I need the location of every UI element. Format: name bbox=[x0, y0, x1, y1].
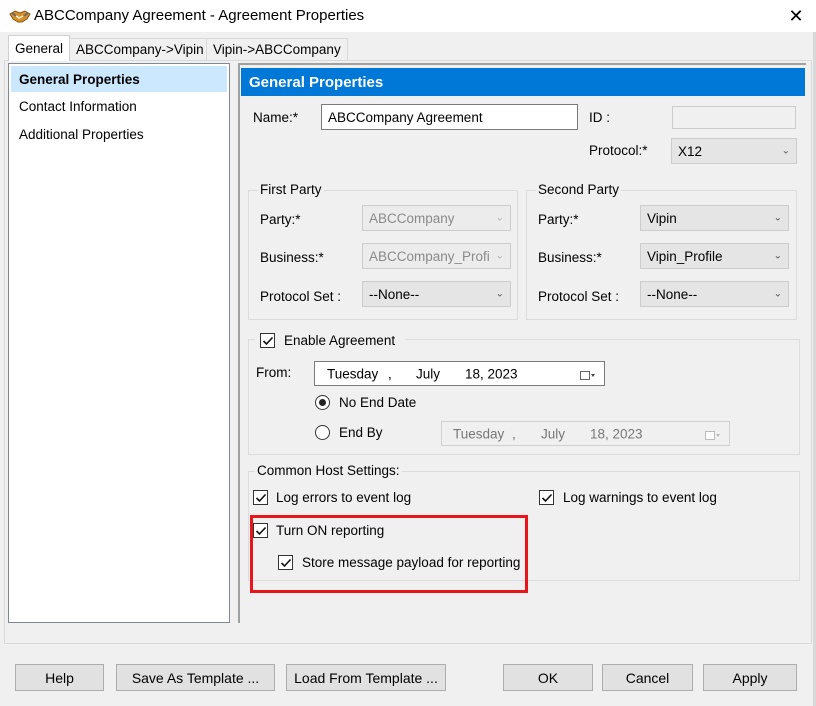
cancel-button[interactable]: Cancel bbox=[602, 664, 693, 691]
window-title: ABCCompany Agreement - Agreement Propert… bbox=[34, 7, 365, 24]
panel-header: General Properties bbox=[241, 68, 805, 96]
first-party-party-value: ABCCompany bbox=[369, 210, 455, 226]
help-button[interactable]: Help bbox=[15, 664, 104, 691]
second-party-protocol-set-label: Protocol Set : bbox=[538, 289, 620, 304]
from-weekday: Tuesday bbox=[327, 366, 379, 381]
chevron-down-icon: ⌄ bbox=[773, 250, 782, 262]
chevron-down-icon: ⌄ bbox=[773, 288, 782, 300]
first-party-title: First Party bbox=[258, 182, 324, 197]
first-party-business-value: ABCCompany_Profi bbox=[369, 248, 490, 264]
end-by-radio[interactable] bbox=[315, 425, 330, 440]
first-party-business-label: Business:* bbox=[260, 250, 324, 265]
id-label: ID : bbox=[589, 110, 611, 125]
second-party-business-select[interactable]: Vipin_Profile ⌄ bbox=[640, 243, 789, 269]
from-sep: , bbox=[388, 366, 392, 381]
chevron-down-icon: ⌄ bbox=[495, 212, 504, 224]
no-end-date-label: No End Date bbox=[339, 395, 417, 410]
nav-item-contact-information[interactable]: Contact Information bbox=[11, 93, 227, 119]
protocol-select[interactable]: X12 ⌄ bbox=[671, 138, 797, 164]
calendar-dropdown-icon[interactable] bbox=[580, 369, 596, 380]
no-end-date-radio[interactable] bbox=[315, 395, 330, 410]
end-by-date-picker: Tuesday , July 18, 2023 bbox=[441, 421, 730, 446]
second-party-protocol-set-select[interactable]: --None-- ⌄ bbox=[640, 281, 789, 307]
first-party-protocol-set-value: --None-- bbox=[369, 286, 420, 302]
tab-general[interactable]: General bbox=[8, 35, 71, 61]
end-by-sep: , bbox=[512, 426, 516, 441]
second-party-business-value: Vipin_Profile bbox=[647, 248, 723, 264]
host-settings-title: Common Host Settings: bbox=[255, 463, 402, 478]
second-party-party-value: Vipin bbox=[647, 210, 677, 226]
chevron-down-icon: ⌄ bbox=[781, 145, 790, 157]
ok-button[interactable]: OK bbox=[503, 664, 593, 691]
second-party-party-label: Party:* bbox=[538, 212, 579, 227]
log-warnings-label: Log warnings to event log bbox=[563, 490, 717, 505]
reporting-highlight-box bbox=[250, 515, 528, 593]
first-party-party-select: ABCCompany ⌄ bbox=[362, 205, 511, 231]
second-party-business-label: Business:* bbox=[538, 250, 602, 265]
name-field[interactable]: ABCCompany Agreement bbox=[321, 104, 578, 130]
save-as-template-button[interactable]: Save As Template ... bbox=[116, 664, 275, 691]
nav-item-additional-properties[interactable]: Additional Properties bbox=[11, 121, 227, 147]
chevron-down-icon: ⌄ bbox=[495, 250, 504, 262]
tab-abccompany-to-vipin[interactable]: ABCCompany->Vipin bbox=[69, 38, 211, 60]
second-party-party-select[interactable]: Vipin ⌄ bbox=[640, 205, 789, 231]
log-warnings-checkbox[interactable] bbox=[539, 490, 554, 505]
close-icon[interactable]: ✕ bbox=[776, 0, 816, 32]
handshake-icon bbox=[9, 7, 31, 25]
apply-button[interactable]: Apply bbox=[703, 664, 797, 691]
enable-agreement-checkbox[interactable] bbox=[260, 333, 275, 348]
name-label: Name:* bbox=[253, 110, 299, 125]
first-party-protocol-set-label: Protocol Set : bbox=[260, 289, 342, 304]
enable-agreement-label: Enable Agreement bbox=[284, 333, 396, 348]
protocol-label: Protocol:* bbox=[589, 143, 648, 158]
chevron-down-icon: ⌄ bbox=[495, 288, 504, 300]
from-day-year: 18, 2023 bbox=[465, 366, 518, 381]
nav-item-general-properties[interactable]: General Properties bbox=[11, 66, 227, 92]
chevron-down-icon: ⌄ bbox=[773, 212, 782, 224]
from-date-picker[interactable]: Tuesday , July 18, 2023 bbox=[314, 361, 605, 386]
end-by-month: July bbox=[541, 426, 566, 441]
end-by-weekday: Tuesday bbox=[453, 426, 505, 441]
first-party-business-select: ABCCompany_Profi ⌄ bbox=[362, 243, 511, 269]
second-party-protocol-set-value: --None-- bbox=[647, 286, 698, 302]
end-by-day-year: 18, 2023 bbox=[590, 426, 643, 441]
protocol-select-value: X12 bbox=[678, 143, 703, 159]
id-field bbox=[672, 106, 796, 129]
end-by-label: End By bbox=[339, 425, 383, 440]
properties-nav: General Properties Contact Information A… bbox=[8, 63, 230, 623]
log-errors-checkbox[interactable] bbox=[253, 490, 268, 505]
second-party-title: Second Party bbox=[536, 182, 622, 197]
first-party-party-label: Party:* bbox=[260, 212, 301, 227]
tab-vipin-to-abccompany[interactable]: Vipin->ABCCompany bbox=[206, 38, 348, 60]
from-month: July bbox=[416, 366, 441, 381]
load-from-template-button[interactable]: Load From Template ... bbox=[286, 664, 446, 691]
from-label: From: bbox=[256, 365, 292, 380]
log-errors-label: Log errors to event log bbox=[276, 490, 412, 505]
calendar-dropdown-icon bbox=[705, 429, 721, 440]
first-party-protocol-set-select[interactable]: --None-- ⌄ bbox=[362, 281, 511, 307]
